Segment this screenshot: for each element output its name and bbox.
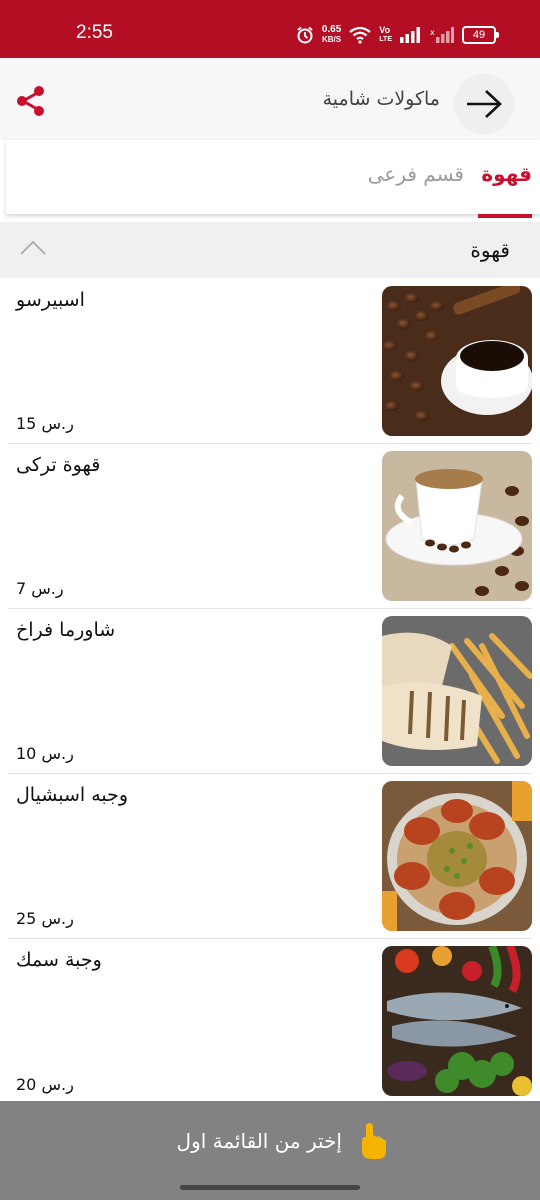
item-name: وجبة سمك [16, 949, 102, 971]
alarm-icon [297, 26, 313, 44]
home-indicator[interactable] [180, 1185, 360, 1190]
list-item-espresso[interactable]: اسبيرسو 15 ر.س [8, 279, 532, 444]
special-meal-image [382, 781, 532, 931]
fish-meal-image [382, 946, 532, 1096]
section-header[interactable]: قهوة [0, 222, 540, 278]
item-price: 7 ر.س [16, 579, 64, 598]
signal-icon [400, 27, 420, 43]
tab-subcategory[interactable]: قسم فرعى [368, 162, 464, 186]
arrow-right-icon [467, 90, 502, 118]
shawarma-image [382, 616, 532, 766]
list-item-chicken-shawarma[interactable]: شاورما فراخ 10 ر.س [8, 609, 532, 774]
back-button[interactable] [454, 74, 514, 134]
category-tabs: قهوة قسم فرعى [6, 140, 540, 214]
item-price: 20 ر.س [16, 1075, 74, 1094]
wifi-icon [349, 26, 371, 44]
pointing-hand-icon [362, 1123, 386, 1159]
status-icons: 0.65 KB/S Vo LTE x 49 [296, 20, 499, 50]
share-button[interactable] [14, 84, 48, 118]
item-name: قهوة تركى [16, 454, 101, 476]
signal-weak-icon: x [430, 27, 454, 43]
espresso-image [382, 286, 532, 436]
share-icon [17, 86, 44, 116]
item-name: اسبيرسو [16, 289, 85, 311]
item-name: شاورما فراخ [16, 619, 116, 641]
list-item-turkish-coffee[interactable]: قهوة تركى 7 ر.س [8, 444, 532, 609]
section-title: قهوة [470, 238, 510, 262]
network-speed: 0.65 KB/S [321, 24, 342, 45]
tab-coffee[interactable]: قهوة [481, 162, 532, 186]
item-price: 25 ر.س [16, 909, 74, 928]
item-price: 10 ر.س [16, 744, 74, 763]
chevron-up-icon[interactable] [20, 240, 46, 256]
list-item-fish-meal[interactable]: وجبة سمك 20 ر.س [8, 939, 532, 1104]
active-tab-indicator [478, 214, 532, 218]
svg-text:x: x [430, 28, 435, 37]
status-bar: 2:55 0.65 KB/S Vo LTE x 49 [0, 0, 540, 58]
volte-indicator: Vo LTE [379, 25, 392, 44]
page-title: ماكولات شامية [322, 88, 440, 110]
list-item-special-meal[interactable]: وجبه اسبشيال 25 ر.س [8, 774, 532, 939]
item-price: 15 ر.س [16, 414, 74, 433]
turkish-coffee-image [382, 451, 532, 601]
status-time: 2:55 [76, 22, 113, 43]
bottom-toast-text: إختر من القائمة اول [176, 1129, 342, 1153]
battery-indicator: 49 [462, 26, 499, 44]
app-bar: ماكولات شامية [0, 58, 540, 140]
item-name: وجبه اسبشيال [16, 784, 129, 806]
